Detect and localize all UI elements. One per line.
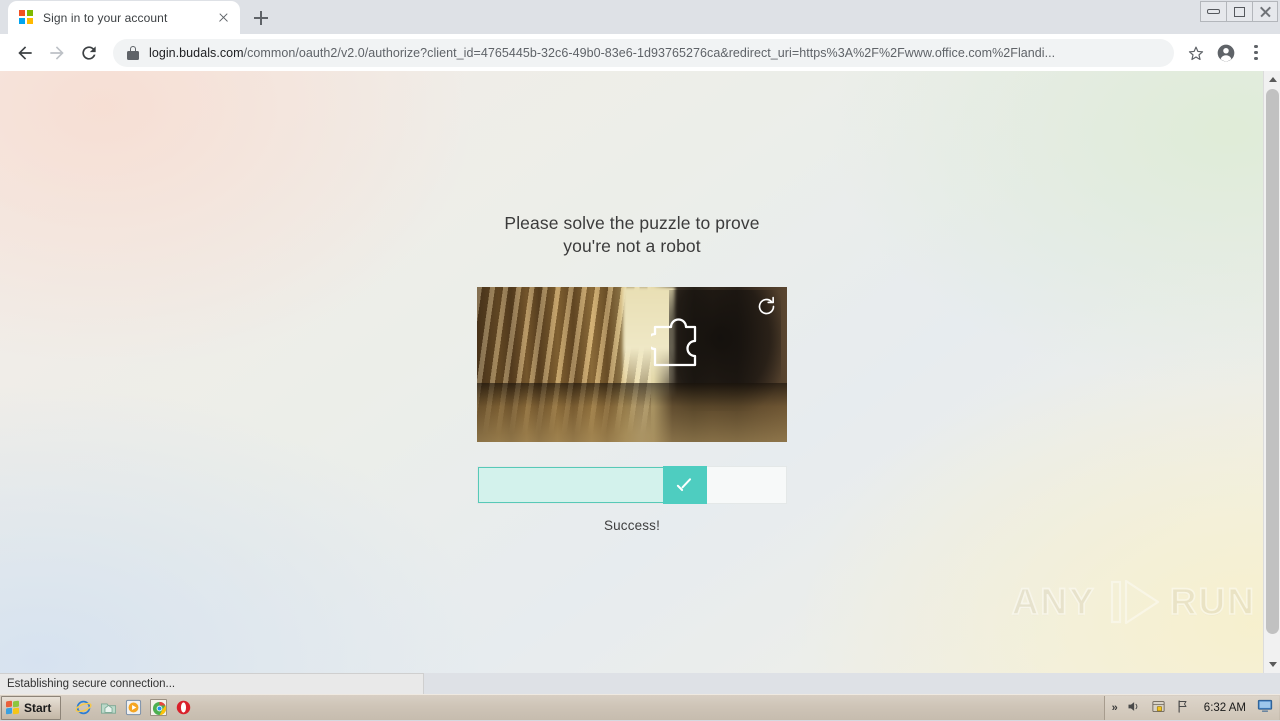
status-bar: Establishing secure connection... (0, 673, 424, 694)
monitor-icon[interactable] (1257, 699, 1274, 716)
url-text: login.budals.com/common/oauth2/v2.0/auth… (149, 46, 1162, 60)
show-hidden-icons-chevron[interactable]: » (1112, 702, 1118, 714)
tab-strip: Sign in to your account (0, 0, 1280, 34)
scroll-up-button[interactable] (1264, 71, 1280, 88)
anyrun-watermark: ANY RUN (1012, 577, 1256, 627)
taskbar-clock[interactable]: 6:32 AM (1204, 702, 1246, 714)
url-path: /common/oauth2/v2.0/authorize?client_id=… (244, 46, 1056, 60)
reload-icon (79, 43, 99, 63)
url-domain: login.budals.com (149, 46, 244, 60)
security-shield-icon[interactable] (1151, 699, 1168, 716)
watermark-text-left: ANY (1012, 581, 1096, 623)
address-bar[interactable]: login.budals.com/common/oauth2/v2.0/auth… (113, 39, 1174, 67)
captcha-slider-fill (478, 467, 664, 503)
tab-title: Sign in to your account (43, 11, 206, 25)
start-button-label: Start (24, 701, 51, 715)
browser-menu-button[interactable] (1241, 38, 1271, 68)
start-button[interactable]: Start (1, 696, 61, 720)
restore-icon (1234, 7, 1245, 17)
flag-icon[interactable] (1176, 699, 1193, 716)
quick-launch-bar (75, 699, 192, 716)
forward-arrow-icon (47, 43, 67, 63)
play-button-logo-icon (1102, 577, 1164, 627)
forward-button[interactable] (41, 37, 73, 69)
back-button[interactable] (9, 37, 41, 69)
windows-taskbar: Start (0, 694, 1280, 720)
back-arrow-icon (15, 43, 35, 63)
bookmark-button[interactable] (1181, 38, 1211, 68)
browser-tab[interactable]: Sign in to your account (8, 1, 240, 34)
watermark-text-right: RUN (1170, 581, 1256, 623)
minimize-icon (1207, 9, 1220, 14)
profile-button[interactable] (1211, 38, 1241, 68)
captcha-puzzle-image[interactable] (477, 287, 787, 442)
scrollbar-thumb[interactable] (1266, 89, 1279, 634)
puzzle-photo-floor (477, 383, 787, 442)
microsoft-logo-icon (19, 10, 34, 25)
page-scrollbar[interactable] (1263, 71, 1280, 673)
reload-button[interactable] (73, 37, 105, 69)
internet-explorer-icon[interactable] (75, 699, 92, 716)
scroll-up-arrow-icon (1269, 77, 1277, 82)
account-avatar-icon (1216, 43, 1236, 63)
chrome-icon[interactable] (150, 699, 167, 716)
tab-close-icon[interactable] (215, 9, 232, 26)
close-icon (1259, 6, 1271, 18)
restore-button[interactable] (1226, 1, 1252, 22)
captcha-status-message: Success! (477, 518, 787, 533)
captcha-slider-track[interactable] (477, 466, 787, 504)
folder-home-icon[interactable] (100, 699, 117, 716)
captcha-slider-handle[interactable] (663, 466, 707, 504)
status-bar-text: Establishing secure connection... (7, 678, 175, 690)
volume-icon[interactable] (1126, 699, 1143, 716)
media-player-icon[interactable] (125, 699, 142, 716)
browser-window: Sign in to your account (0, 0, 1280, 694)
star-icon (1187, 44, 1205, 62)
captcha-widget: Please solve the puzzle to prove you're … (477, 212, 787, 533)
browser-toolbar: login.budals.com/common/oauth2/v2.0/auth… (0, 34, 1280, 71)
three-dot-menu-icon (1254, 45, 1257, 60)
close-window-button[interactable] (1252, 1, 1278, 22)
scroll-down-arrow-icon (1269, 662, 1277, 667)
windows-flag-icon (6, 701, 21, 715)
opera-icon[interactable] (175, 699, 192, 716)
checkmark-icon (677, 479, 694, 490)
new-tab-button[interactable] (247, 4, 275, 32)
page-viewport: Please solve the puzzle to prove you're … (0, 71, 1280, 673)
minimize-button[interactable] (1200, 1, 1226, 22)
window-controls (1200, 1, 1278, 22)
captcha-title: Please solve the puzzle to prove you're … (477, 212, 787, 259)
puzzle-photo-light (623, 287, 676, 399)
refresh-icon[interactable] (756, 296, 777, 317)
scroll-down-button[interactable] (1264, 656, 1280, 673)
lock-icon (127, 46, 139, 60)
system-tray: » 6:32 AM (1104, 696, 1279, 720)
